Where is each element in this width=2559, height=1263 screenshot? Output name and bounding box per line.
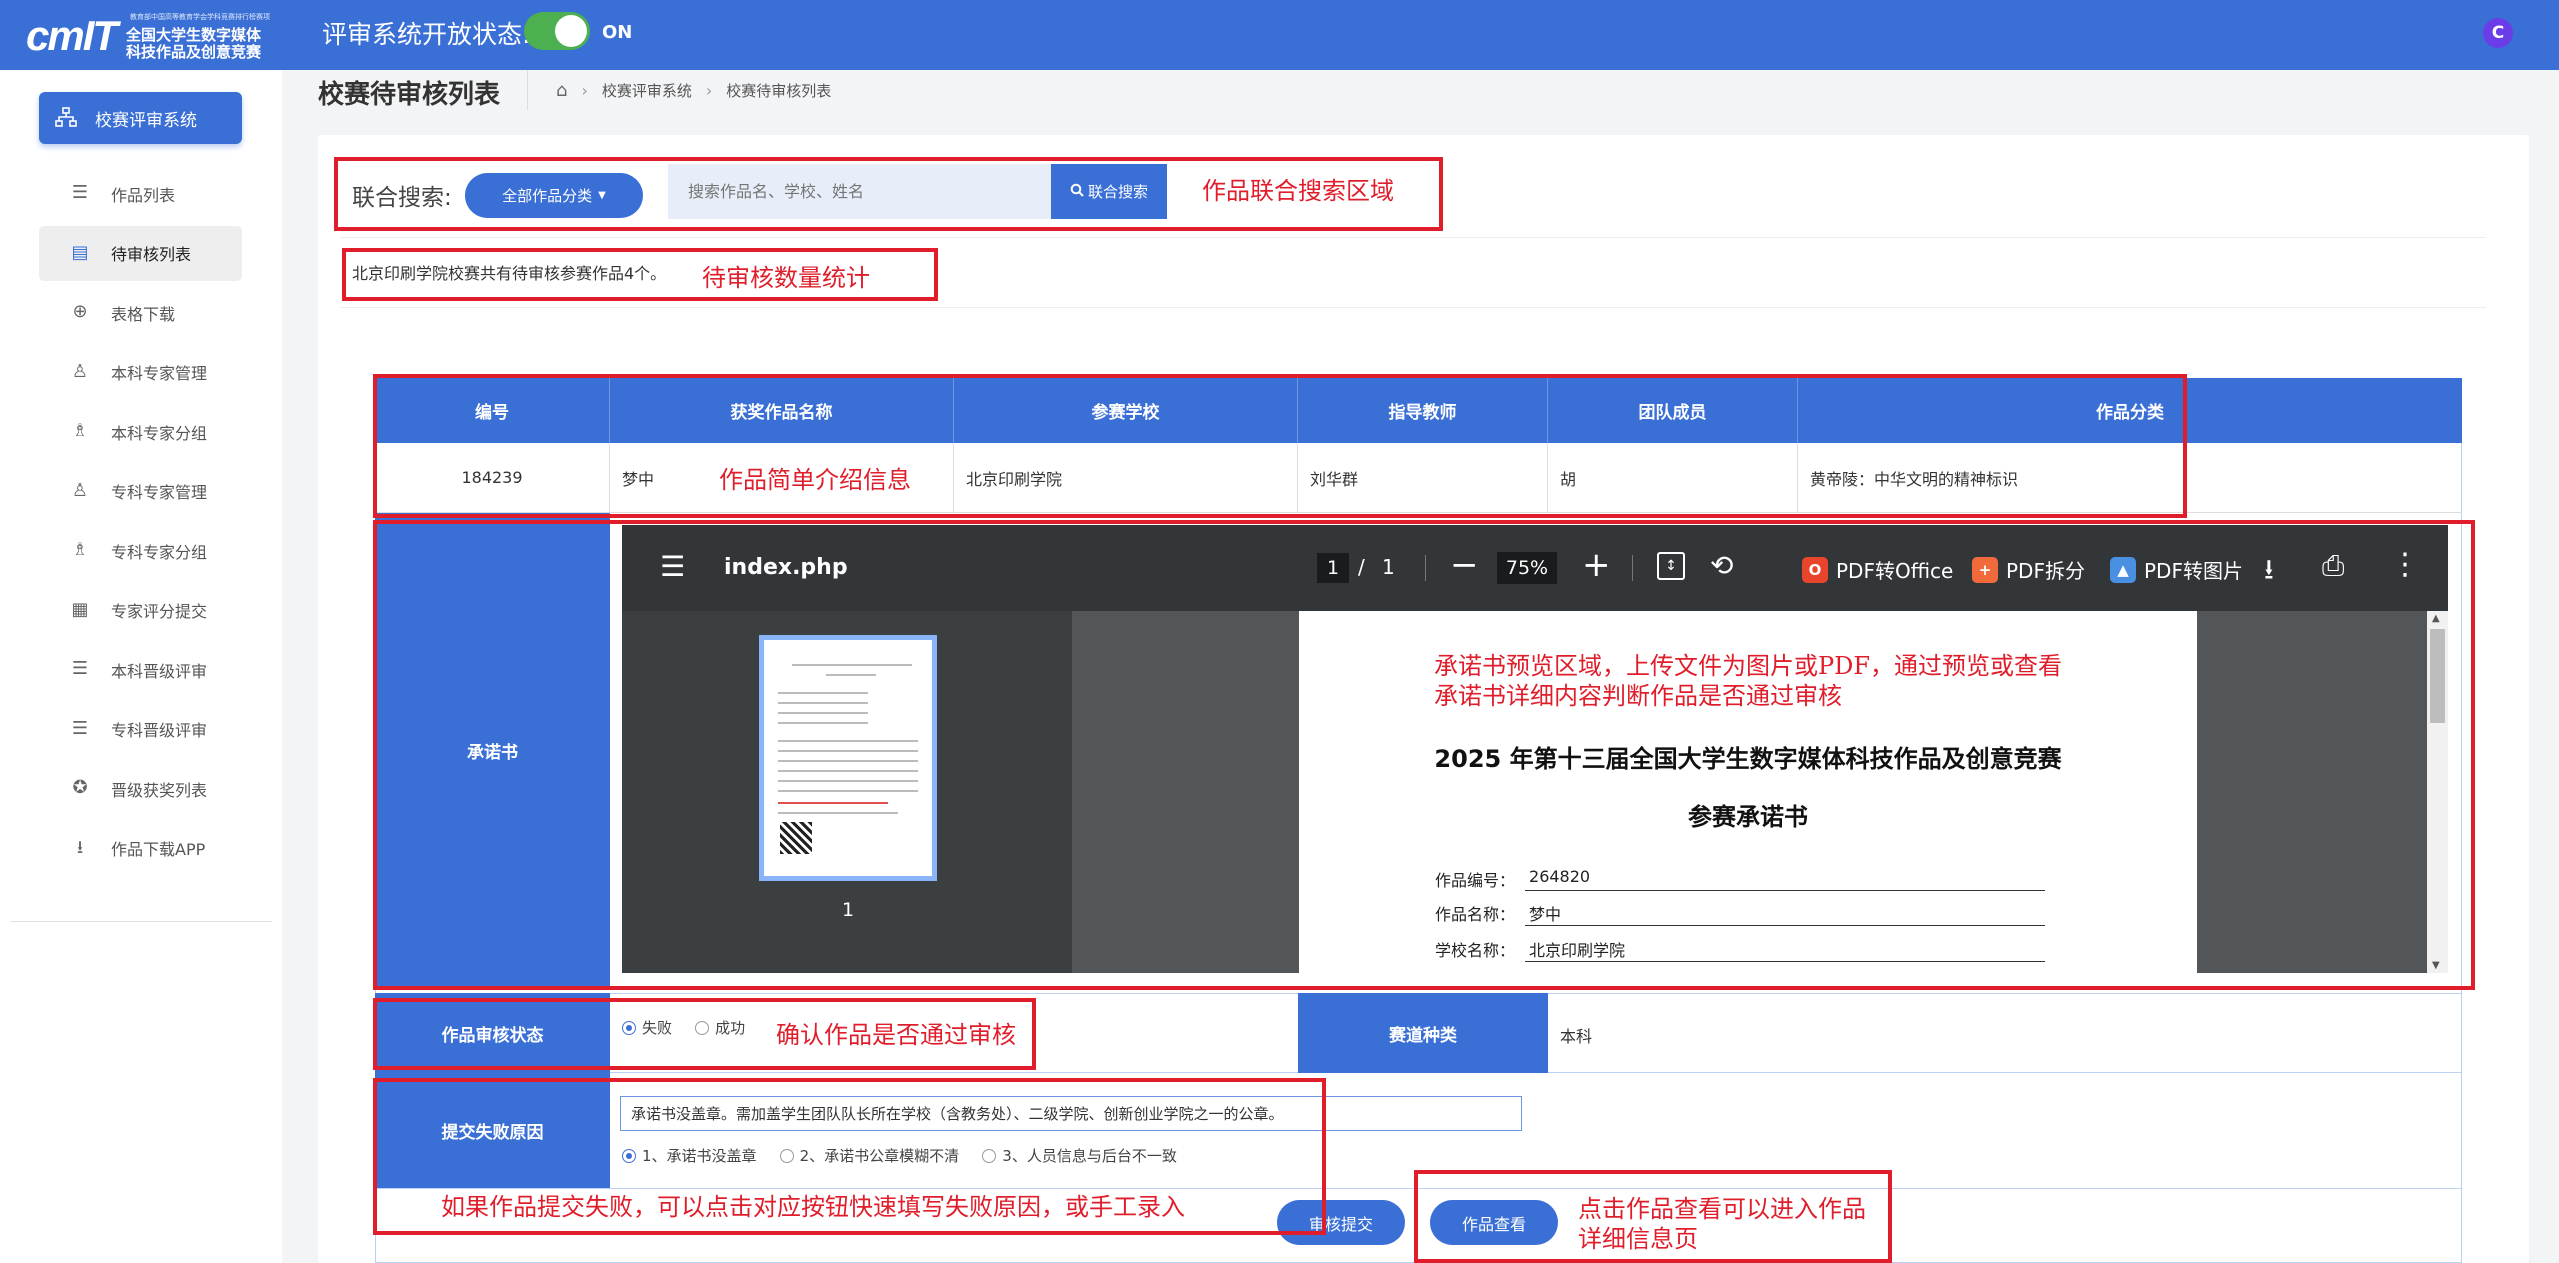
sidebar-item[interactable]: ☰ 作品列表 — [39, 166, 242, 221]
track-header: 赛道种类 — [1298, 993, 1548, 1073]
sidebar-item[interactable]: ♗ 专科专家分组 — [39, 523, 242, 578]
sidebar-item[interactable]: ✪ 晋级获奖列表 — [39, 761, 242, 816]
review-open-toggle[interactable] — [524, 12, 590, 50]
annotation-search: 作品联合搜索区域 — [1202, 177, 1394, 205]
sidebar-item-label: 表格下载 — [111, 304, 176, 324]
sidebar-item[interactable]: ☰ 本科晋级评审 — [39, 642, 242, 697]
sidebar-item[interactable]: ⭳ 作品下载APP — [39, 821, 242, 876]
users-icon: ♗ — [71, 420, 89, 441]
review-status-label: 评审系统开放状态: — [322, 20, 531, 49]
sidebar-item-label: 专科晋级评审 — [111, 721, 208, 740]
list-icon: ☰ — [71, 658, 89, 679]
user-icon: ♙ — [71, 479, 89, 501]
calculator-icon: ▦ — [71, 598, 89, 620]
toggle-knob — [555, 15, 587, 47]
breadcrumb-item: 校赛待审核列表 — [726, 82, 832, 100]
page-title: 校赛待审核列表 — [318, 80, 501, 110]
top-bar: cmIT 教育部中国高等教育学会学科竞赛排行榜赛项 全国大学生数字媒体 科技作品… — [0, 0, 2559, 70]
sidebar-item-label: 作品列表 — [111, 185, 176, 205]
sidebar-item-label: 本科专家管理 — [111, 364, 208, 383]
annotation-status: 确认作品是否通过审核 — [776, 1021, 1016, 1049]
sidebar-item[interactable]: ♗ 本科专家分组 — [39, 404, 242, 459]
annotation-intro: 作品简单介绍信息 — [719, 466, 911, 494]
sidebar-item[interactable]: ⊕ 表格下载 — [39, 285, 242, 340]
user-icon: ♙ — [71, 360, 89, 382]
logo-mark: cmIT — [26, 12, 118, 59]
annotation-reason: 如果作品提交失败，可以点击对应按钮快速填写失败原因，或手工录入 — [441, 1193, 1185, 1221]
sidebar-item-label: 专科专家管理 — [111, 483, 208, 502]
annotation-box-intro — [373, 374, 2187, 518]
annotation-view-1: 点击作品查看可以进入作品 — [1578, 1195, 1866, 1223]
home-icon[interactable]: ⌂ — [556, 80, 567, 101]
sidebar-main-label: 校赛评审系统 — [95, 110, 197, 131]
annotation-view-2: 详细信息页 — [1578, 1225, 1698, 1253]
annotation-pledge-1: 承诺书预览区域，上传文件为图片或PDF，通过预览或查看 — [1434, 652, 2063, 680]
sidebar-item[interactable]: ▤ 待审核列表 — [39, 225, 242, 281]
sidebar-item-label: 本科专家分组 — [111, 423, 208, 443]
sidebar-item[interactable]: ☰ 专科晋级评审 — [39, 702, 242, 757]
sidebar-item-label: 本科晋级评审 — [111, 661, 208, 681]
sidebar-item-label: 专科专家分组 — [111, 542, 208, 562]
sidebar-item[interactable]: ♙ 专科专家管理 — [39, 464, 242, 519]
list-icon: ☰ — [71, 182, 89, 203]
annotation-count: 待审核数量统计 — [702, 264, 870, 292]
chevron-right-icon: › — [581, 81, 588, 100]
sidebar-divider — [10, 921, 272, 922]
sidebar-main-menu[interactable]: 校赛评审系统 — [39, 92, 242, 144]
download-circle-icon: ⊕ — [72, 301, 88, 322]
download-icon: ⭳ — [76, 836, 84, 858]
sidebar: 校赛评审系统 ☰ 作品列表 ▤ 待审核列表 ⊕ 表格下载 ♙ 本科专家管理 ♗ 本科专家分组 ♙ 专科… — [0, 70, 282, 1263]
table-icon: ▤ — [71, 241, 89, 263]
list-icon: ☰ — [71, 717, 89, 739]
sidebar-item-label: 专家评分提交 — [111, 602, 208, 621]
logo-line-2: 科技作品及创意竞赛 — [126, 43, 262, 61]
logo-small-text: 教育部中国高等教育学会学科竞赛排行榜赛项 — [130, 13, 270, 21]
breadcrumb-item[interactable]: 校赛评审系统 — [602, 80, 692, 101]
user-avatar-icon[interactable]: C — [2483, 18, 2513, 48]
sidebar-item-label: 晋级获奖列表 — [111, 780, 208, 800]
sidebar-item-label: 待审核列表 — [111, 245, 192, 264]
breadcrumb: ⌂ › 校赛评审系统 › 校赛待审核列表 — [556, 80, 831, 101]
toggle-state-text: ON — [602, 22, 633, 43]
users-icon: ♗ — [71, 539, 89, 560]
sitemap-icon — [55, 106, 77, 128]
breadcrumb-separator — [527, 70, 528, 110]
annotation-box-pledge — [373, 520, 2475, 990]
divider — [340, 307, 2486, 308]
annotation-pledge-2: 承诺书详细内容判断作品是否通过审核 — [1434, 682, 1842, 710]
award-icon: ✪ — [72, 777, 88, 798]
divider — [340, 237, 2486, 238]
sidebar-item[interactable]: ▦ 专家评分提交 — [39, 583, 242, 638]
logo[interactable]: cmIT 教育部中国高等教育学会学科竞赛排行榜赛项 全国大学生数字媒体 科技作品… — [26, 8, 270, 62]
chevron-right-icon: › — [705, 81, 713, 100]
sidebar-item[interactable]: ♙ 本科专家管理 — [39, 345, 242, 400]
sidebar-item-label: 作品下载APP — [111, 840, 206, 859]
track-value: 本科 — [1560, 1027, 1593, 1046]
